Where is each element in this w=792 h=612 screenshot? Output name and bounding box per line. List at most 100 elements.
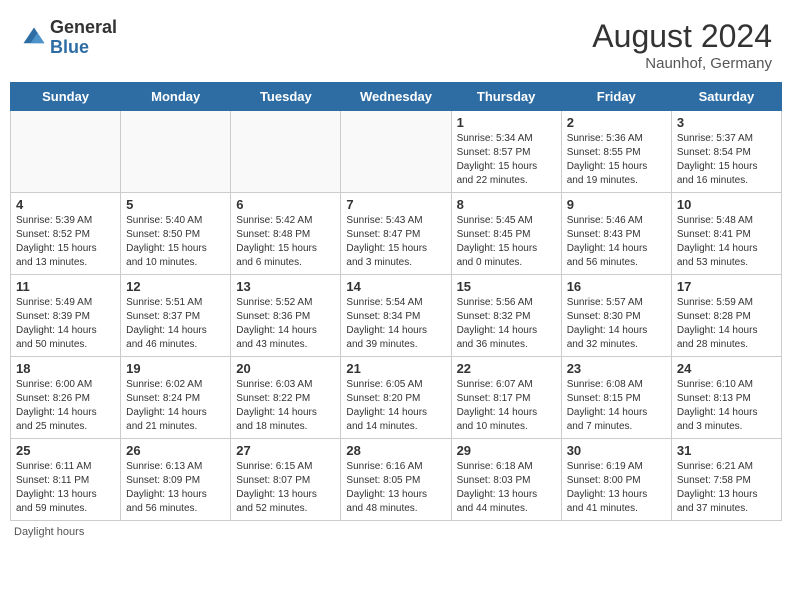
day-number: 26 [126,443,225,458]
day-number: 7 [346,197,445,212]
day-info: Sunrise: 6:08 AM Sunset: 8:15 PM Dayligh… [567,378,666,434]
day-info: Sunrise: 6:18 AM Sunset: 8:03 PM Dayligh… [457,460,556,516]
week-row-4: 18 Sunrise: 6:00 AM Sunset: 8:26 PM Dayli… [11,357,782,439]
day-number: 15 [457,279,556,294]
calendar-cell [11,111,121,193]
day-info: Sunrise: 5:39 AM Sunset: 8:52 PM Dayligh… [16,214,115,270]
day-number: 16 [567,279,666,294]
day-number: 14 [346,279,445,294]
day-info: Sunrise: 5:57 AM Sunset: 8:30 PM Dayligh… [567,296,666,352]
day-of-week-thursday: Thursday [451,83,561,111]
day-number: 27 [236,443,335,458]
week-row-2: 4 Sunrise: 5:39 AM Sunset: 8:52 PM Daylig… [11,193,782,275]
day-number: 12 [126,279,225,294]
day-info: Sunrise: 5:52 AM Sunset: 8:36 PM Dayligh… [236,296,335,352]
day-info: Sunrise: 5:46 AM Sunset: 8:43 PM Dayligh… [567,214,666,270]
day-number: 31 [677,443,776,458]
calendar-cell: 28 Sunrise: 6:16 AM Sunset: 8:05 PM Dayli… [341,439,451,521]
day-number: 13 [236,279,335,294]
day-number: 11 [16,279,115,294]
calendar-cell: 10Sunrise: 5:48 AM Sunset: 8:41 PM Dayli… [671,193,781,275]
day-number: 20 [236,361,335,376]
calendar-cell: 24Sunrise: 6:10 AM Sunset: 8:13 PM Dayli… [671,357,781,439]
calendar-cell: 2Sunrise: 5:36 AM Sunset: 8:55 PM Daylig… [561,111,671,193]
day-info: Sunrise: 5:40 AM Sunset: 8:50 PM Dayligh… [126,214,225,270]
day-info: Sunrise: 5:37 AM Sunset: 8:54 PM Dayligh… [677,132,776,188]
day-number: 8 [457,197,556,212]
location: Naunhof, Germany [592,55,772,72]
day-number: 28 [346,443,445,458]
day-info: Sunrise: 6:13 AM Sunset: 8:09 PM Dayligh… [126,460,225,516]
day-of-week-tuesday: Tuesday [231,83,341,111]
calendar-cell: 14 Sunrise: 5:54 AM Sunset: 8:34 PM Dayli… [341,275,451,357]
day-number: 23 [567,361,666,376]
day-info: Sunrise: 5:54 AM Sunset: 8:34 PM Dayligh… [346,296,445,352]
day-number: 9 [567,197,666,212]
calendar-cell [231,111,341,193]
day-info: Sunrise: 6:00 AM Sunset: 8:26 PM Dayligh… [16,378,115,434]
day-info: Sunrise: 5:48 AM Sunset: 8:41 PM Dayligh… [677,214,776,270]
logo-blue-text: Blue [50,38,117,58]
day-info: Sunrise: 5:42 AM Sunset: 8:48 PM Dayligh… [236,214,335,270]
calendar-cell [341,111,451,193]
day-number: 30 [567,443,666,458]
logo: General Blue [20,18,117,58]
calendar-cell: 9 Sunrise: 5:46 AM Sunset: 8:43 PM Daylig… [561,193,671,275]
calendar-cell: 8Sunrise: 5:45 AM Sunset: 8:45 PM Daylig… [451,193,561,275]
footer-note: Daylight hours [10,526,782,538]
calendar-cell: 31 Sunrise: 6:21 AM Sunset: 7:58 PM Dayli… [671,439,781,521]
calendar-cell: 13 Sunrise: 5:52 AM Sunset: 8:36 PM Dayli… [231,275,341,357]
calendar-cell: 30 Sunrise: 6:19 AM Sunset: 8:00 PM Dayli… [561,439,671,521]
day-info: Sunrise: 6:16 AM Sunset: 8:05 PM Dayligh… [346,460,445,516]
calendar-cell: 29 Sunrise: 6:18 AM Sunset: 8:03 PM Dayli… [451,439,561,521]
week-row-1: 1Sunrise: 5:34 AM Sunset: 8:57 PM Daylig… [11,111,782,193]
calendar-table: SundayMondayTuesdayWednesdayThursdayFrid… [10,82,782,521]
calendar-cell: 11 Sunrise: 5:49 AM Sunset: 8:39 PM Dayli… [11,275,121,357]
calendar-cell: 6 Sunrise: 5:42 AM Sunset: 8:48 PM Daylig… [231,193,341,275]
day-number: 6 [236,197,335,212]
day-info: Sunrise: 6:02 AM Sunset: 8:24 PM Dayligh… [126,378,225,434]
day-number: 19 [126,361,225,376]
calendar-cell: 23 Sunrise: 6:08 AM Sunset: 8:15 PM Dayli… [561,357,671,439]
day-number: 29 [457,443,556,458]
calendar-cell: 26 Sunrise: 6:13 AM Sunset: 8:09 PM Dayli… [121,439,231,521]
header: General Blue August 2024 Naunhof, German… [10,10,782,76]
calendar-cell: 20Sunrise: 6:03 AM Sunset: 8:22 PM Dayli… [231,357,341,439]
day-number: 1 [457,115,556,130]
day-info: Sunrise: 5:51 AM Sunset: 8:37 PM Dayligh… [126,296,225,352]
logo-icon [20,24,48,52]
day-info: Sunrise: 6:19 AM Sunset: 8:00 PM Dayligh… [567,460,666,516]
day-info: Sunrise: 6:21 AM Sunset: 7:58 PM Dayligh… [677,460,776,516]
day-info: Sunrise: 6:05 AM Sunset: 8:20 PM Dayligh… [346,378,445,434]
day-info: Sunrise: 5:59 AM Sunset: 8:28 PM Dayligh… [677,296,776,352]
day-of-week-monday: Monday [121,83,231,111]
calendar-cell: 25Sunrise: 6:11 AM Sunset: 8:11 PM Dayli… [11,439,121,521]
calendar-cell: 21Sunrise: 6:05 AM Sunset: 8:20 PM Dayli… [341,357,451,439]
day-info: Sunrise: 5:49 AM Sunset: 8:39 PM Dayligh… [16,296,115,352]
day-of-week-sunday: Sunday [11,83,121,111]
calendar-cell: 17 Sunrise: 5:59 AM Sunset: 8:28 PM Dayli… [671,275,781,357]
month-year: August 2024 [592,18,772,55]
calendar-cell: 18 Sunrise: 6:00 AM Sunset: 8:26 PM Dayli… [11,357,121,439]
day-number: 4 [16,197,115,212]
day-number: 18 [16,361,115,376]
calendar-cell: 1Sunrise: 5:34 AM Sunset: 8:57 PM Daylig… [451,111,561,193]
week-row-5: 25Sunrise: 6:11 AM Sunset: 8:11 PM Dayli… [11,439,782,521]
calendar-header-row: SundayMondayTuesdayWednesdayThursdayFrid… [11,83,782,111]
day-number: 22 [457,361,556,376]
calendar-cell: 15Sunrise: 5:56 AM Sunset: 8:32 PM Dayli… [451,275,561,357]
calendar-cell: 22Sunrise: 6:07 AM Sunset: 8:17 PM Dayli… [451,357,561,439]
week-row-3: 11 Sunrise: 5:49 AM Sunset: 8:39 PM Dayli… [11,275,782,357]
calendar-cell: 12 Sunrise: 5:51 AM Sunset: 8:37 PM Dayli… [121,275,231,357]
day-number: 17 [677,279,776,294]
day-of-week-saturday: Saturday [671,83,781,111]
day-info: Sunrise: 6:11 AM Sunset: 8:11 PM Dayligh… [16,460,115,516]
day-of-week-wednesday: Wednesday [341,83,451,111]
calendar-cell: 16 Sunrise: 5:57 AM Sunset: 8:30 PM Dayli… [561,275,671,357]
calendar-cell: 19 Sunrise: 6:02 AM Sunset: 8:24 PM Dayli… [121,357,231,439]
day-info: Sunrise: 5:43 AM Sunset: 8:47 PM Dayligh… [346,214,445,270]
calendar-cell: 27 Sunrise: 6:15 AM Sunset: 8:07 PM Dayli… [231,439,341,521]
day-info: Sunrise: 6:10 AM Sunset: 8:13 PM Dayligh… [677,378,776,434]
calendar-cell [121,111,231,193]
day-info: Sunrise: 6:15 AM Sunset: 8:07 PM Dayligh… [236,460,335,516]
